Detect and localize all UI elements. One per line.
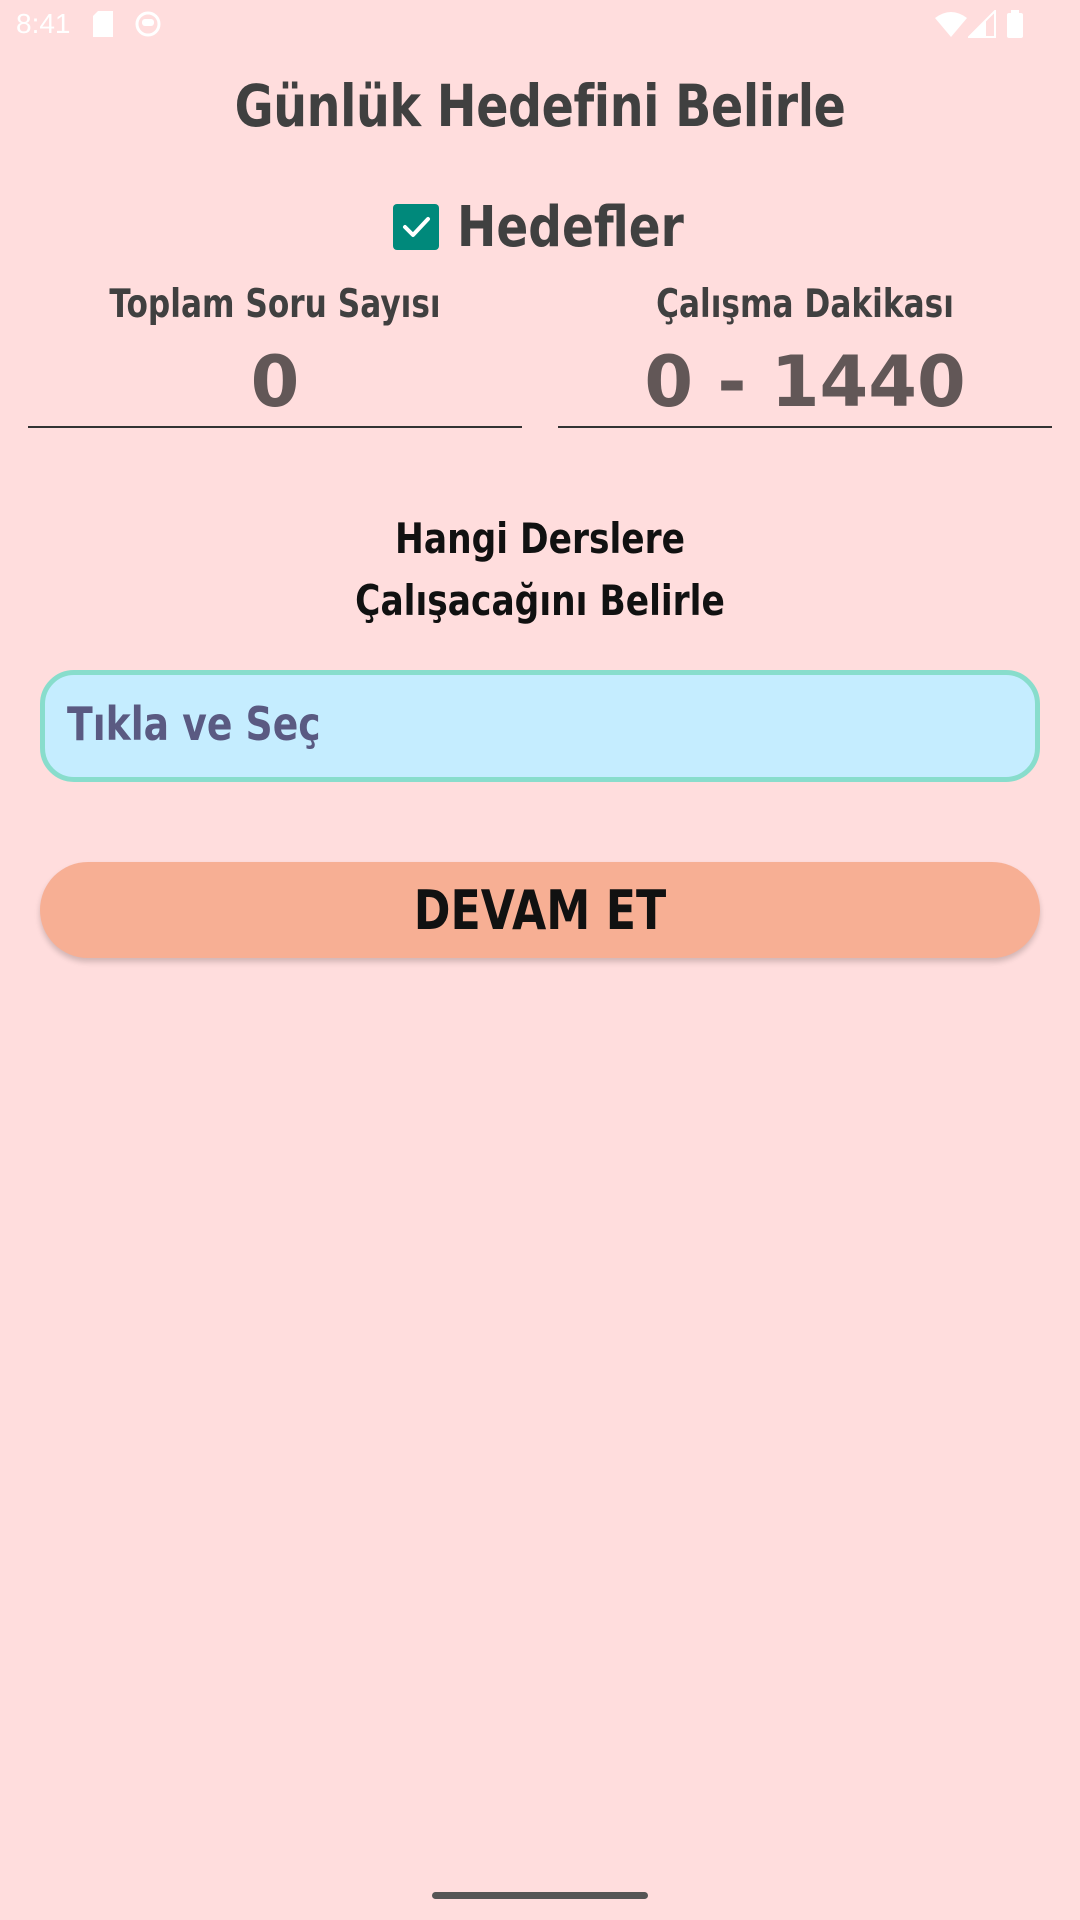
signal-icon (966, 8, 996, 42)
status-bar: 8:41 (0, 0, 1080, 50)
page-title: Günlük Hedefini Belirle (234, 72, 846, 140)
sd-card-icon (92, 10, 114, 42)
wifi-icon (934, 10, 968, 42)
study-minutes-field: Çalışma Dakikası (558, 282, 1052, 428)
courses-heading-line2: Çalışacağını Belirle (355, 576, 725, 625)
course-select-text: Tıkla ve Seç (67, 697, 321, 751)
courses-heading: Hangi Derslere Çalışacağını Belirle (97, 508, 983, 632)
checkmark-icon (403, 217, 430, 237)
courses-heading-line1: Hangi Derslere (395, 514, 685, 563)
question-count-label: Toplam Soru Sayısı (109, 282, 441, 327)
status-time: 8:41 (16, 8, 71, 39)
study-minutes-label: Çalışma Dakikası (656, 282, 954, 327)
question-count-input[interactable] (28, 338, 522, 428)
continue-button[interactable]: DEVAM ET (40, 862, 1040, 958)
study-minutes-input[interactable] (558, 338, 1052, 428)
notification-icon (134, 10, 162, 42)
goals-checkbox[interactable] (393, 204, 439, 250)
battery-icon (1006, 10, 1024, 42)
home-indicator[interactable] (432, 1892, 648, 1899)
continue-button-label: DEVAM ET (413, 878, 667, 942)
goals-label[interactable]: Hedefler (457, 195, 684, 260)
question-count-field: Toplam Soru Sayısı (28, 282, 522, 428)
goals-row: Hedefler (0, 192, 1080, 262)
course-select-box[interactable]: Tıkla ve Seç (40, 670, 1040, 782)
